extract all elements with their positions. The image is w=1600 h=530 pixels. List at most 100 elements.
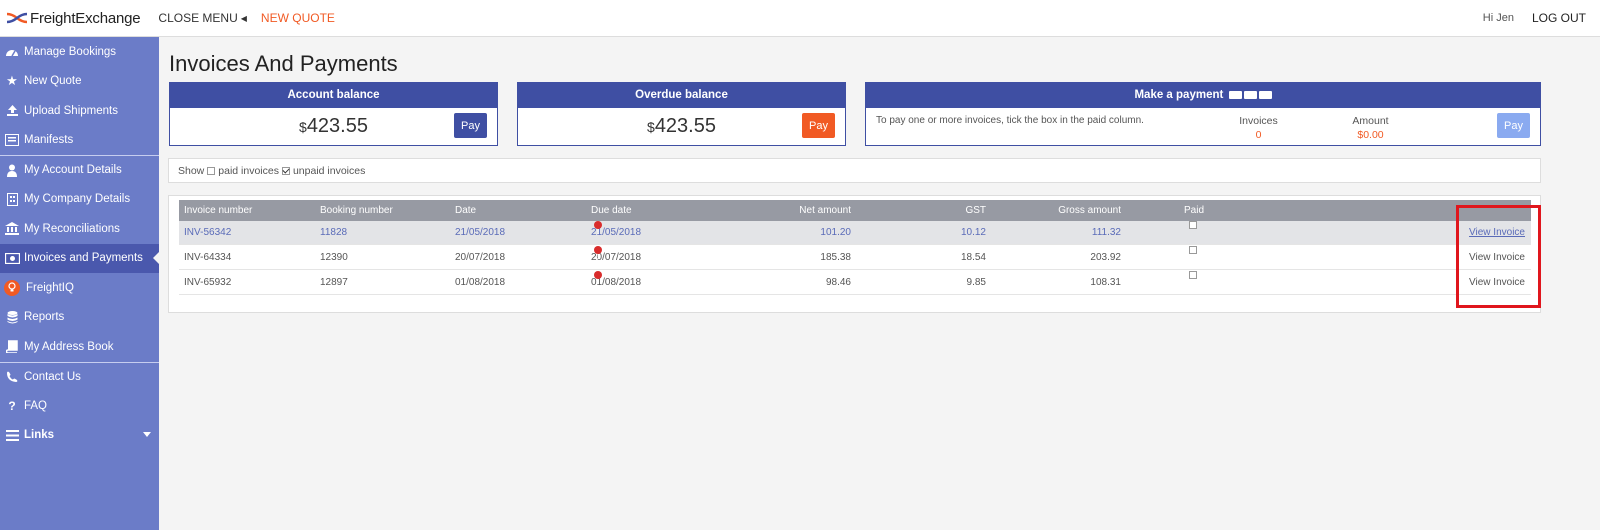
col-invoice-number: Invoice number [184,205,253,216]
book-icon [4,339,20,355]
paid-checkbox[interactable] [1189,246,1197,254]
unpaid-invoices-label: unpaid invoices [292,164,366,177]
sidebar-item-label: My Company Details [24,193,131,206]
visa-icon [1228,90,1242,99]
gst-amount: 9.85 [966,277,986,288]
amount-label: Amount [1352,115,1389,127]
net-amount: 98.46 [825,277,851,288]
make-payment-title: Make a payment [1134,89,1224,101]
close-menu-label: CLOSE MENU [158,11,238,25]
chevron-down-icon [143,431,151,437]
paid-checkbox[interactable] [1189,221,1197,229]
main-content: Invoices And Payments Account balance $4… [159,37,1600,530]
sidebar-item-freightiq[interactable]: FreightIQ [0,273,159,303]
col-date: Date [455,205,477,216]
invoice-number: INV-56342 [184,227,232,238]
overdue-pay-button[interactable]: Pay [802,113,835,138]
new-quote-link[interactable]: NEW QUOTE [261,11,335,25]
dashboard-icon [4,44,20,60]
currency-symbol: $ [647,119,655,135]
sidebar-item-faq[interactable]: ? FAQ [0,391,159,421]
gross-amount: 108.31 [1090,277,1121,288]
star-icon: ★ [6,73,18,89]
col-gross-amount: Gross amount [1058,205,1121,216]
gst-amount: 18.54 [960,252,986,263]
upload-icon [4,103,20,119]
account-balance-title: Account balance [170,83,497,108]
user-icon [4,162,20,178]
sidebar-item-label: New Quote [24,75,82,88]
col-gst: GST [965,205,986,216]
paid-checkbox[interactable] [1189,271,1197,279]
building-icon [4,191,20,207]
close-menu-button[interactable]: CLOSE MENU ◀ [158,11,247,25]
invoices-table: Invoice number Booking number Date Due d… [168,195,1541,313]
logout-button[interactable]: LOG OUT [1532,11,1586,25]
sidebar-item-label: My Reconciliations [24,222,120,235]
view-invoice-highlight [1456,205,1541,308]
bank-icon [4,221,20,237]
booking-number: 12897 [320,277,348,288]
page-title: Invoices And Payments [169,51,398,76]
paid-invoices-checkbox[interactable] [207,166,216,175]
sidebar-item-label: Manifests [24,134,74,147]
invoice-number: INV-65932 [184,277,232,288]
col-paid: Paid [1184,205,1205,216]
amex-icon [1258,90,1272,99]
gross-amount: 111.32 [1091,227,1121,238]
greeting: Hi Jen [1482,12,1514,24]
sidebar-item-label: FAQ [24,399,48,412]
invoices-count: 0 [1255,129,1262,141]
sidebar-item-label: Invoices and Payments [24,252,143,265]
col-booking-number: Booking number [320,205,393,216]
sidebar-item-manifests[interactable]: Manifests [0,126,159,156]
card-logos [1228,90,1272,99]
mastercard-icon [1243,90,1257,99]
sidebar-item-upload-shipments[interactable]: Upload Shipments [0,96,159,126]
sidebar-item-my-account-details[interactable]: My Account Details [0,155,159,185]
sidebar-item-manage-bookings[interactable]: Manage Bookings [0,37,159,67]
table-row: INV-64334 12390 20/07/2018 20/07/2018! 1… [179,246,1531,270]
list-icon [4,132,20,148]
sidebar-item-links[interactable]: Links [0,421,159,451]
sidebar-item-invoices-and-payments[interactable]: Invoices and Payments [0,243,159,273]
logo[interactable]: FreightExchange [6,0,141,37]
sidebar-item-label: Links [24,429,55,442]
booking-number: 12390 [320,252,348,263]
invoice-number: INV-64334 [184,252,232,263]
overdue-balance-amount: $423.55 [518,115,845,138]
invoice-date: 20/07/2018 [455,252,506,263]
invoice-filter-bar: Show paid invoices unpaid invoices [168,158,1541,183]
invoice-date: 21/05/2018 [455,227,506,238]
invoices-label: Invoices [1239,115,1278,127]
sidebar-item-my-company-details[interactable]: My Company Details [0,185,159,215]
make-payment-header: Make a payment [866,83,1540,108]
gst-amount: 10.12 [960,227,986,238]
sidebar-item-reports[interactable]: Reports [0,303,159,333]
phone-icon [4,369,20,385]
question-icon: ? [8,398,16,413]
sidebar-item-label: FreightIQ [26,281,74,294]
sidebar-item-my-address-book[interactable]: My Address Book [0,332,159,362]
freightexchange-logo-icon [6,12,28,24]
make-payment-card: Make a payment To pay one or more invoic… [865,82,1541,146]
sidebar-item-label: Upload Shipments [24,104,118,117]
caret-left-icon: ◀ [240,13,247,23]
overdue-balance-card: Overdue balance $423.55 Pay [517,82,846,146]
sidebar-item-my-reconciliations[interactable]: My Reconciliations [0,214,159,244]
payment-instructions: To pay one or more invoices, tick the bo… [876,115,1144,126]
sidebar-item-contact-us[interactable]: Contact Us [0,361,159,392]
sidebar-item-new-quote[interactable]: ★ New Quote [0,67,159,97]
top-bar: FreightExchange CLOSE MENU ◀ NEW QUOTE H… [0,0,1600,37]
make-payment-pay-button[interactable]: Pay [1497,113,1530,138]
account-pay-button[interactable]: Pay [454,113,487,138]
col-net-amount: Net amount [799,205,851,216]
show-label: Show [178,164,205,177]
sidebar-item-label: My Account Details [24,164,122,177]
unpaid-invoices-checkbox[interactable] [281,166,290,175]
money-icon [4,250,20,266]
balance-value: 423.55 [654,115,716,137]
selected-amount: Amount $0.00 [1348,115,1393,141]
table-row: INV-65932 12897 01/08/2018 01/08/2018! 9… [179,271,1531,295]
sidebar-item-label: Reports [24,311,65,324]
